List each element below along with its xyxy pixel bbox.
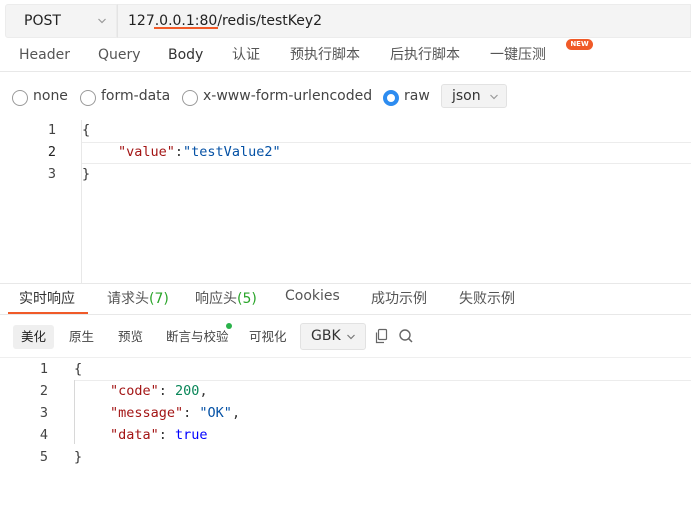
tab-request-headers[interactable]: 请求头(7)	[107, 288, 169, 308]
radio-urlencoded[interactable]	[182, 90, 198, 106]
json-value: "OK"	[199, 405, 232, 421]
radio-form-data[interactable]	[80, 90, 96, 106]
tab-count: (7)	[149, 291, 169, 307]
json-value: "testValue2"	[183, 144, 281, 160]
body-type-radios: none form-data x-www-form-urlencoded raw	[0, 84, 691, 112]
code-line: "value":"testValue2"	[118, 144, 281, 160]
code-line: {	[82, 122, 91, 138]
chevron-down-icon	[98, 18, 106, 24]
tab-auth[interactable]: 认证	[232, 42, 260, 72]
status-dot	[226, 323, 232, 329]
tab-label: Cookies	[285, 288, 340, 304]
url-bar: POST 127.0.0.1:80/redis/testKey2	[0, 0, 691, 42]
line-number: 3	[47, 166, 56, 182]
raw-format-label: json	[452, 88, 481, 104]
tab-cookies[interactable]: Cookies	[285, 288, 340, 304]
radio-none[interactable]	[12, 90, 28, 106]
new-badge: NEW	[566, 39, 593, 50]
tab-count: (5)	[237, 291, 257, 307]
json-colon: :	[174, 144, 184, 160]
json-value: true	[175, 427, 208, 443]
gutter-divider	[81, 120, 82, 284]
line-number: 4	[39, 427, 48, 443]
url-input[interactable]: 127.0.0.1:80/redis/testKey2	[117, 4, 691, 38]
json-value: 200	[175, 383, 200, 399]
raw-button[interactable]: 原生	[61, 325, 102, 349]
tab-response-headers[interactable]: 响应头(5)	[195, 288, 257, 308]
indent-guide	[74, 380, 75, 444]
tab-query[interactable]: Query	[98, 42, 141, 72]
active-tab-indicator	[154, 27, 218, 29]
radio-urlencoded-label: x-www-form-urlencoded	[203, 88, 373, 104]
tab-label: 响应头	[195, 291, 237, 307]
assertion-button[interactable]: 断言与校验	[158, 325, 237, 349]
tab-label: 实时响应	[19, 291, 75, 307]
code-line: "message": "OK",	[110, 405, 241, 421]
copy-icon[interactable]	[373, 327, 391, 345]
tab-live-response[interactable]: 实时响应	[19, 288, 75, 308]
json-key: "data"	[110, 427, 159, 443]
divider	[0, 357, 691, 358]
code-line: {	[74, 361, 83, 377]
active-line-highlight	[74, 380, 691, 381]
radio-none-label: none	[33, 88, 68, 104]
radio-raw-label: raw	[404, 88, 430, 104]
json-key: "code"	[110, 383, 159, 399]
chevron-down-icon	[347, 334, 355, 340]
json-key: "message"	[110, 405, 184, 421]
tab-header[interactable]: Header	[19, 42, 70, 72]
encoding-select[interactable]: GBK	[300, 323, 366, 350]
tab-load-test[interactable]: 一键压测	[490, 42, 546, 72]
method-label: POST	[24, 13, 61, 29]
radio-form-data-label: form-data	[101, 88, 171, 104]
radio-raw[interactable]	[383, 90, 399, 106]
json-key: "value"	[118, 144, 175, 160]
tab-label: 请求头	[107, 291, 149, 307]
code-line: "code": 200,	[110, 383, 208, 399]
tab-body[interactable]: Body	[168, 42, 203, 72]
raw-format-select[interactable]: json	[441, 84, 507, 108]
line-number: 2	[39, 383, 48, 399]
tab-pre-script[interactable]: 预执行脚本	[290, 42, 360, 72]
code-line: }	[82, 166, 91, 182]
line-number: 1	[47, 122, 56, 138]
active-tab-indicator	[8, 312, 88, 314]
beautify-button[interactable]: 美化	[13, 325, 55, 349]
tab-success-example[interactable]: 成功示例	[371, 288, 427, 308]
chevron-down-icon	[490, 94, 498, 100]
method-select[interactable]: POST	[5, 4, 117, 38]
visualize-button[interactable]: 可视化	[241, 325, 295, 349]
line-number: 3	[39, 405, 48, 421]
line-number: 1	[39, 361, 48, 377]
tab-failure-example[interactable]: 失败示例	[459, 288, 515, 308]
encoding-label: GBK	[311, 328, 341, 344]
preview-button[interactable]: 预览	[110, 325, 151, 349]
response-tabs: 实时响应 请求头(7) 响应头(5) Cookies 成功示例 失败示例	[0, 284, 691, 315]
code-line: "data": true	[110, 427, 208, 443]
search-icon[interactable]	[397, 327, 415, 345]
tab-label: 成功示例	[371, 291, 427, 307]
line-number: 5	[39, 449, 48, 465]
tab-post-script[interactable]: 后执行脚本	[390, 42, 460, 72]
line-number: 2	[47, 144, 56, 160]
code-line: }	[74, 449, 83, 465]
tab-label: 失败示例	[459, 291, 515, 307]
